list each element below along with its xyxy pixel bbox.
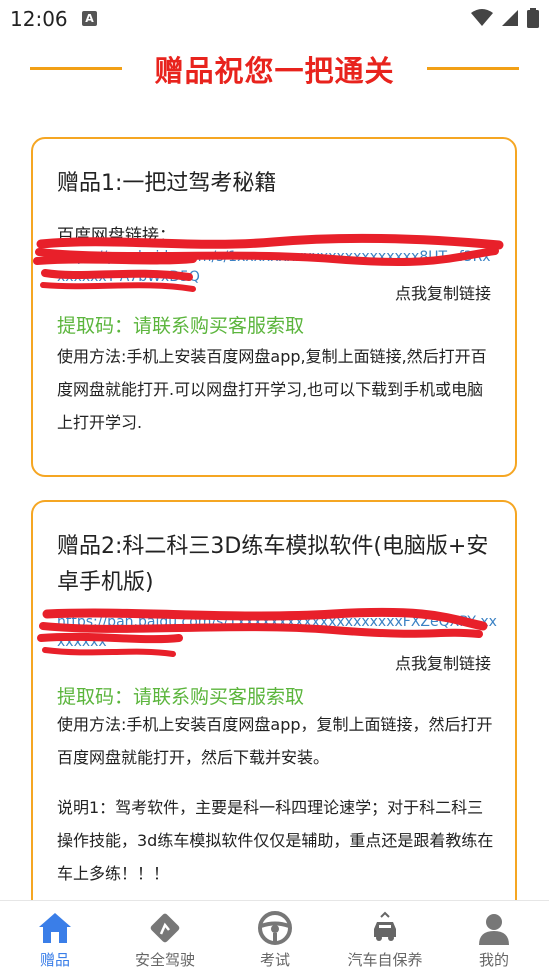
- bottom-tab-bar: 赠品 安全驾驶 考试 汽车自保养 我的: [0, 900, 549, 977]
- cellular-signal-icon: [502, 10, 518, 26]
- gift-card-1: 赠品1:一把过驾考秘籍 百度网盘链接： https://pan.baidu.co…: [31, 137, 517, 477]
- extraction-code: 提取码：请联系购买客服索取: [57, 315, 305, 337]
- extraction-code: 提取码：请联系购买客服索取: [57, 686, 305, 708]
- page-heading: 赠品祝您一把通关: [0, 48, 549, 88]
- tab-exam[interactable]: 考试: [220, 901, 330, 977]
- tab-safe-driving[interactable]: 安全驾驶: [110, 901, 220, 977]
- copy-link-button[interactable]: 点我复制链接: [395, 280, 491, 304]
- tab-gifts[interactable]: 赠品: [0, 901, 110, 977]
- steering-wheel-icon: [258, 911, 292, 945]
- usage-instructions: 使用方法:手机上安装百度网盘app,复制上面链接,然后打开百度网盘就能打开.可以…: [57, 347, 487, 432]
- heading-divider-right: [427, 67, 519, 70]
- tab-label: 汽车自保养: [347, 951, 423, 969]
- usage-instructions: 使用方法:手机上安装百度网盘app，复制上面链接，然后打开百度网盘就能打开，然后…: [57, 715, 493, 767]
- tab-label: 赠品: [39, 951, 70, 969]
- profile-icon: [479, 914, 509, 945]
- tab-car-maintenance[interactable]: 汽车自保养: [330, 901, 440, 977]
- wifi-icon: [471, 9, 493, 26]
- tab-label: 安全驾驶: [134, 951, 195, 969]
- tab-label: 考试: [259, 951, 290, 969]
- notification-a-icon: A: [82, 11, 97, 26]
- status-icons: [471, 8, 539, 28]
- tab-profile[interactable]: 我的: [439, 901, 549, 977]
- battery-icon: [527, 8, 539, 28]
- tab-label: 我的: [478, 951, 509, 969]
- status-time: 12:06: [10, 7, 68, 31]
- home-icon: [39, 913, 71, 943]
- note-text: 说明1：驾考软件，主要是科一科四理论速学；对于科二科三操作技能，3d练车模拟软件…: [57, 798, 494, 883]
- car-maintenance-icon: [374, 911, 396, 941]
- copy-link-button[interactable]: 点我复制链接: [395, 650, 491, 674]
- redaction-scribble: [37, 607, 488, 657]
- status-bar: 12:06 A: [0, 0, 549, 38]
- gift-card-2: 赠品2:科二科三3D练车模拟软件(电脑版+安卓手机版) https://pan.…: [31, 500, 517, 920]
- safe-driving-icon: [150, 913, 180, 943]
